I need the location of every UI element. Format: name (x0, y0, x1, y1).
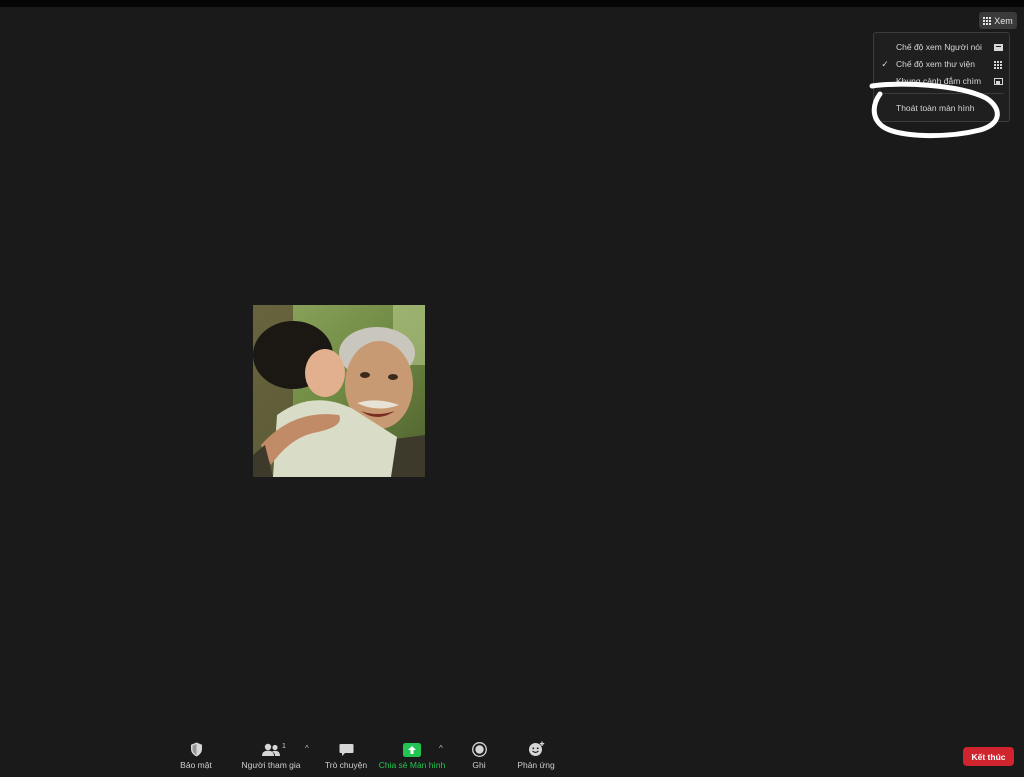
share-screen-icon (403, 743, 421, 757)
chat-button[interactable]: Trò chuyện (320, 735, 372, 775)
grid-icon (983, 16, 992, 25)
check-icon: ✓ (881, 58, 889, 69)
speaker-view-icon (994, 43, 1003, 51)
gallery-view-icon (994, 60, 1003, 69)
share-screen-options-caret[interactable]: ^ (439, 744, 443, 753)
menu-item-speaker-view[interactable]: Chế độ xem Người nói (874, 39, 1009, 55)
meeting-toolbar: Bảo mật Người tham gia 1 ^ Trò chuyện Ch… (0, 735, 1024, 777)
participants-options-caret[interactable]: ^ (305, 744, 309, 753)
participants-count-badge: 1 (282, 743, 286, 750)
record-label: Ghi (472, 760, 486, 770)
emoji-reaction-icon (528, 741, 544, 756)
menu-item-label: Thoát toàn màn hình (896, 103, 975, 113)
view-button-label: Xem (994, 15, 1013, 26)
participant-video-tile (253, 305, 425, 477)
menu-divider (880, 93, 1004, 94)
reactions-button[interactable]: Phản ứng (512, 735, 560, 775)
share-screen-button[interactable]: Chia sẻ Màn hình (376, 735, 448, 775)
menu-item-exit-fullscreen[interactable]: Thoát toàn màn hình (874, 100, 1009, 116)
view-button[interactable]: Xem (979, 12, 1017, 29)
reactions-label: Phản ứng (517, 760, 555, 770)
chat-bubble-icon (339, 744, 353, 756)
security-button[interactable]: Bảo mật (175, 735, 217, 775)
menu-item-label: Chế độ xem thư viện (896, 59, 975, 69)
menu-item-immersive-view[interactable]: Khung cảnh đắm chìm (874, 73, 1009, 89)
participant-photo (253, 305, 425, 477)
menu-item-label: Khung cảnh đắm chìm (896, 76, 982, 86)
chat-label: Trò chuyện (324, 760, 368, 770)
shield-icon (190, 742, 202, 757)
participants-label: Người tham gia (241, 760, 301, 770)
record-icon (471, 742, 487, 757)
participants-button[interactable]: Người tham gia (238, 735, 304, 775)
immersive-view-icon (994, 77, 1003, 85)
menu-item-gallery-view[interactable]: ✓ Chế độ xem thư viện (874, 56, 1009, 72)
view-menu: Chế độ xem Người nói ✓ Chế độ xem thư vi… (873, 32, 1010, 122)
menu-item-label: Chế độ xem Người nói (896, 42, 982, 52)
share-screen-label: Chia sẻ Màn hình (378, 760, 446, 770)
end-meeting-button[interactable]: Kết thúc (963, 747, 1014, 766)
participants-icon (262, 743, 280, 756)
security-label: Bảo mật (180, 760, 212, 770)
window-top-strip (0, 0, 1024, 7)
record-button[interactable]: Ghi (463, 735, 495, 775)
